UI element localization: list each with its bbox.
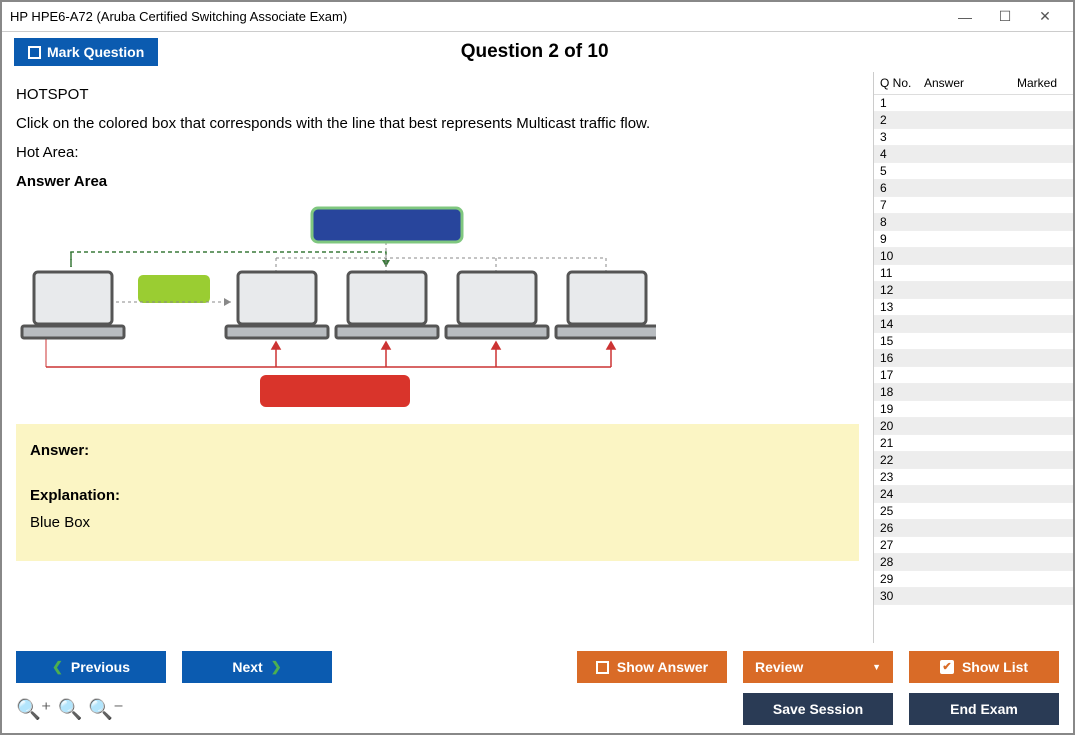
question-row[interactable]: 22 <box>874 452 1073 469</box>
hotspot-diagram[interactable] <box>16 202 656 412</box>
question-row[interactable]: 17 <box>874 367 1073 384</box>
laptop-icon <box>556 272 656 338</box>
show-answer-label: Show Answer <box>617 659 708 675</box>
question-row[interactable]: 24 <box>874 486 1073 503</box>
window-titlebar: HP HPE6-A72 (Aruba Certified Switching A… <box>2 2 1073 32</box>
previous-label: Previous <box>71 659 130 675</box>
question-row[interactable]: 5 <box>874 163 1073 180</box>
blue-hotspot <box>312 208 462 242</box>
question-row[interactable]: 7 <box>874 197 1073 214</box>
question-row[interactable]: 25 <box>874 503 1073 520</box>
end-exam-button[interactable]: End Exam <box>909 693 1059 725</box>
minimize-icon[interactable]: — <box>945 9 985 25</box>
question-row[interactable]: 12 <box>874 282 1073 299</box>
zoom-in-icon[interactable]: 🔍⁺ <box>16 697 51 722</box>
close-icon[interactable]: ✕ <box>1025 8 1065 25</box>
zoom-out-icon[interactable]: 🔍⁻ <box>88 697 123 722</box>
checkbox-icon <box>596 661 609 674</box>
question-type: HOTSPOT <box>16 86 859 103</box>
laptop-icon <box>446 272 548 338</box>
question-row[interactable]: 1 <box>874 95 1073 112</box>
question-row[interactable]: 14 <box>874 316 1073 333</box>
answer-area-label: Answer Area <box>16 173 859 190</box>
chevron-right-icon: ❯ <box>271 659 282 675</box>
chevron-left-icon: ❮ <box>52 659 63 675</box>
question-row[interactable]: 23 <box>874 469 1073 486</box>
explanation-text: Blue Box <box>30 514 845 531</box>
question-list-panel: Q No. Answer Marked 12345678910111213141… <box>873 72 1073 643</box>
question-row[interactable]: 11 <box>874 265 1073 282</box>
question-row[interactable]: 16 <box>874 350 1073 367</box>
question-row[interactable]: 15 <box>874 333 1073 350</box>
bottom-toolbar: ❮ Previous Next ❯ Show Answer Review ▼ ✔… <box>2 643 1073 733</box>
question-row[interactable]: 28 <box>874 554 1073 571</box>
show-answer-button[interactable]: Show Answer <box>577 651 727 683</box>
col-marked: Marked <box>1017 76 1067 90</box>
question-row[interactable]: 9 <box>874 231 1073 248</box>
explanation-label: Explanation: <box>30 487 845 504</box>
question-row[interactable]: 18 <box>874 384 1073 401</box>
zoom-controls: 🔍⁺ 🔍 🔍⁻ <box>16 697 124 722</box>
checkbox-icon <box>28 46 41 59</box>
question-content: HOTSPOT Click on the colored box that co… <box>2 72 873 643</box>
question-row[interactable]: 29 <box>874 571 1073 588</box>
answer-explanation-panel: Answer: Explanation: Blue Box <box>16 424 859 561</box>
col-qno: Q No. <box>880 76 924 90</box>
question-row[interactable]: 8 <box>874 214 1073 231</box>
save-session-label: Save Session <box>773 701 863 717</box>
question-row[interactable]: 19 <box>874 401 1073 418</box>
question-row[interactable]: 21 <box>874 435 1073 452</box>
question-row[interactable]: 6 <box>874 180 1073 197</box>
question-row[interactable]: 27 <box>874 537 1073 554</box>
top-toolbar: Mark Question Question 2 of 10 <box>2 32 1073 72</box>
check-icon: ✔ <box>940 660 954 674</box>
question-row[interactable]: 10 <box>874 248 1073 265</box>
show-list-label: Show List <box>962 659 1028 675</box>
zoom-reset-icon[interactable]: 🔍 <box>57 697 82 722</box>
hot-area-label: Hot Area: <box>16 144 859 161</box>
question-row[interactable]: 26 <box>874 520 1073 537</box>
mark-question-label: Mark Question <box>47 44 144 60</box>
question-row[interactable]: 13 <box>874 299 1073 316</box>
question-row[interactable]: 4 <box>874 146 1073 163</box>
question-row[interactable]: 30 <box>874 588 1073 605</box>
question-row[interactable]: 20 <box>874 418 1073 435</box>
next-button[interactable]: Next ❯ <box>182 651 332 683</box>
question-list[interactable]: 1234567891011121314151617181920212223242… <box>874 95 1073 643</box>
review-button[interactable]: Review ▼ <box>743 651 893 683</box>
review-label: Review <box>755 659 803 675</box>
window-title: HP HPE6-A72 (Aruba Certified Switching A… <box>10 9 945 24</box>
diagram-svg <box>16 202 656 412</box>
maximize-icon[interactable]: ☐ <box>985 8 1025 25</box>
laptop-icon <box>336 272 438 338</box>
laptop-icon <box>22 272 124 338</box>
previous-button[interactable]: ❮ Previous <box>16 651 166 683</box>
question-list-header: Q No. Answer Marked <box>874 72 1073 95</box>
col-answer: Answer <box>924 76 1017 90</box>
laptop-icon <box>226 272 328 338</box>
next-label: Next <box>232 659 262 675</box>
dropdown-icon: ▼ <box>872 662 881 672</box>
question-prompt: Click on the colored box that correspond… <box>16 115 859 132</box>
question-counter: Question 2 of 10 <box>158 41 911 63</box>
question-row[interactable]: 3 <box>874 129 1073 146</box>
show-list-button[interactable]: ✔ Show List <box>909 651 1059 683</box>
question-row[interactable]: 2 <box>874 112 1073 129</box>
mark-question-button[interactable]: Mark Question <box>14 38 158 66</box>
save-session-button[interactable]: Save Session <box>743 693 893 725</box>
end-exam-label: End Exam <box>950 701 1018 717</box>
green-hotspot <box>138 275 210 303</box>
answer-label: Answer: <box>30 442 845 459</box>
red-hotspot <box>260 375 410 407</box>
